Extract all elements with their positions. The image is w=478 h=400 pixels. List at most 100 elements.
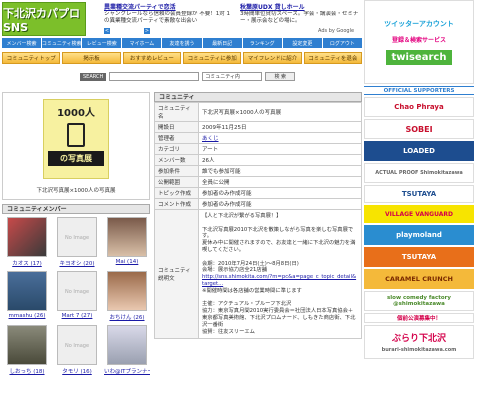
sponsor-tsutaya[interactable]: TSUTAYA bbox=[364, 185, 474, 203]
nav-invite-friend[interactable]: 友達を誘う bbox=[162, 38, 202, 48]
row-value[interactable]: あくじ bbox=[198, 132, 362, 144]
ad-1-body: シャンクレールなら信頼の会員登録が 不要！1対 1の異業種交流パーティで素敵な出… bbox=[104, 11, 230, 24]
member-card[interactable]: カオス (17) bbox=[4, 217, 50, 269]
nav-settings[interactable]: 設定変更 bbox=[282, 38, 322, 48]
site-recruit-banner[interactable]: 個前公演募集中！ bbox=[364, 313, 474, 323]
community-info-table: コミュニティ名 下北沢写真展×1000人の写真展 開設日 2009年11月25日 管理者… bbox=[154, 102, 362, 340]
member-name[interactable]: カオス (17) bbox=[4, 259, 50, 267]
avatar[interactable]: No Image bbox=[57, 271, 97, 311]
sponsor-tsutaya-2[interactable]: TSUTAYA bbox=[364, 247, 474, 267]
ad-next-icon[interactable]: > bbox=[144, 28, 150, 34]
burari-title: ぶらり下北沢 bbox=[391, 334, 446, 344]
avatar[interactable] bbox=[7, 271, 47, 311]
nav-ranking[interactable]: ランキング bbox=[242, 38, 282, 48]
ad-2-title[interactable]: 秋葉原UDX 貸しホール bbox=[240, 2, 360, 11]
member-card[interactable]: いわ@ITプランナー (8) bbox=[104, 325, 150, 377]
row-label: 公開範囲 bbox=[154, 176, 199, 188]
twitter-banner-logo: twisearch bbox=[385, 50, 453, 65]
ads-by-google[interactable]: Ads by Google bbox=[318, 28, 354, 34]
member-name[interactable]: キヨオシ (20) bbox=[54, 259, 100, 267]
community-tabs: コミュニティトップ 掲示板 おすすめレビュー コミュニティに参加 マイフレンドに… bbox=[2, 52, 362, 64]
table-row: コミュニティ名 下北沢写真展×1000人の写真展 bbox=[154, 102, 362, 122]
avatar[interactable] bbox=[7, 217, 47, 257]
row-value: 2009年11月25日 bbox=[198, 121, 362, 133]
ad-1-title[interactable]: 異業種交流パーティで恋活 bbox=[104, 2, 234, 11]
sponsor-village-vanguard[interactable]: VILLAGE VANGUARD bbox=[364, 205, 474, 223]
row-label: コミュニティ名 bbox=[154, 102, 199, 122]
nav-my-home[interactable]: マイホーム bbox=[122, 38, 162, 48]
member-card[interactable]: mmashu (26) bbox=[4, 271, 50, 323]
table-row: 開設日 2009年11月25日 bbox=[154, 121, 362, 133]
member-card[interactable]: No Image Mart 7 (27) bbox=[54, 271, 100, 323]
nav-community-search[interactable]: コミュニティ検索 bbox=[42, 38, 82, 48]
desc-line: 夏休み中に開催されますので、お友達と一緒に下北沢の魅力を満喫してください。 bbox=[202, 240, 356, 253]
main-column: コミュニティ コミュニティ名 下北沢写真展×1000人の写真展 開設日 2009年11… bbox=[154, 92, 362, 340]
desc-link[interactable]: http://sns.shimokita.com/?m=pc&a=page_c_… bbox=[202, 274, 358, 288]
desc-line: 会場：展示協力店全21店舗 bbox=[202, 267, 268, 274]
search-bar: SEARCH コミュニティ内 検 索 bbox=[80, 72, 300, 81]
member-name[interactable]: いわ@ITプランナー (8) bbox=[104, 367, 150, 375]
table-row: 管理者 あくじ bbox=[154, 132, 362, 144]
avatar[interactable]: No Image bbox=[57, 325, 97, 365]
ad-2-body: 3時間単位貸切スペース。学会・講演会・セミナー・展示会などの場に。 bbox=[240, 11, 359, 24]
nav-member-search[interactable]: メンバー検索 bbox=[2, 38, 42, 48]
member-card[interactable]: おちけん (26) bbox=[104, 271, 150, 323]
desc-line: 協力：東京写真月間2010実行委員会＝社団法人日本写真協会＋東京都写真美術館、下… bbox=[202, 308, 356, 328]
nav-review-search[interactable]: レビュー検索 bbox=[82, 38, 122, 48]
table-row: トピック作成 参加者のみ作成可能 bbox=[154, 187, 362, 199]
site-logo[interactable]: 下北沢カパプロ SNS bbox=[2, 2, 86, 36]
member-card[interactable]: No Image タモリ (16) bbox=[54, 325, 100, 377]
avatar[interactable] bbox=[107, 217, 147, 257]
row-value: 全員に公開 bbox=[198, 176, 362, 188]
avatar[interactable] bbox=[107, 325, 147, 365]
community-image-box: 1000人 の写真展 下北沢写真展×1000人の写真展 bbox=[2, 92, 150, 200]
tab-leave-community[interactable]: コミュニティを退会 bbox=[303, 52, 362, 64]
nav-logout[interactable]: ログアウト bbox=[322, 38, 362, 48]
member-name[interactable]: Mai (14) bbox=[104, 259, 150, 265]
sponsor-slow-comedy[interactable]: slow comedy factory @shimokitazawa bbox=[364, 291, 474, 311]
member-card[interactable]: No Image キヨオシ (20) bbox=[54, 217, 100, 269]
burari-banner[interactable]: ぶらり下北沢 burari-shimokitazawa.com bbox=[364, 325, 474, 359]
tab-community-top[interactable]: コミュニティトップ bbox=[2, 52, 61, 64]
twitter-banner[interactable]: ツイッターアカウント 登録＆検索サービス twisearch bbox=[364, 0, 474, 84]
member-card[interactable]: Mai (14) bbox=[104, 217, 150, 269]
ad-block-2[interactable]: 秋葉原UDX 貸しホール 3時間単位貸切スペース。学会・講演会・セミナー・展示会… bbox=[240, 2, 360, 25]
member-name[interactable]: Mart 7 (27) bbox=[54, 313, 100, 319]
sponsor-sobei[interactable]: SOBEI bbox=[364, 119, 474, 139]
members-header: コミュニティメンバー bbox=[2, 204, 150, 214]
member-name[interactable]: しおっち (18) bbox=[4, 367, 50, 375]
sponsor-caramel-crunch[interactable]: CARAMEL CRUNCH bbox=[364, 269, 474, 289]
global-nav: メンバー検索 コミュニティ検索 レビュー検索 マイホーム 友達を誘う 最新日記 … bbox=[2, 38, 362, 48]
tab-recommended-reviews[interactable]: おすすめレビュー bbox=[122, 52, 181, 64]
tab-introduce-friend[interactable]: マイフレンドに紹介 bbox=[243, 52, 302, 64]
search-input[interactable] bbox=[109, 72, 200, 81]
ad-block-1[interactable]: 異業種交流パーティで恋活 シャンクレールなら信頼の会員登録が 不要！1対 1の異… bbox=[104, 2, 234, 25]
twitter-banner-title: ツイッターアカウント bbox=[384, 20, 454, 28]
nav-recent-diary[interactable]: 最新日記 bbox=[202, 38, 242, 48]
ad-prev-icon[interactable]: < bbox=[104, 28, 110, 34]
member-name[interactable]: mmashu (26) bbox=[4, 313, 50, 319]
tab-join-community[interactable]: コミュニティに参加 bbox=[182, 52, 242, 64]
community-poster-image[interactable]: 1000人 の写真展 bbox=[43, 99, 109, 179]
table-row: 公開範囲 全員に公開 bbox=[154, 176, 362, 188]
sponsor-actual-proof[interactable]: ACTUAL PROOF Shimokitazawa bbox=[364, 163, 474, 183]
member-card[interactable]: しおっち (18) bbox=[4, 325, 50, 377]
member-name[interactable]: おちけん (26) bbox=[104, 313, 150, 321]
table-row: カテゴリ アート bbox=[154, 143, 362, 155]
search-button[interactable]: 検 索 bbox=[265, 72, 296, 81]
sponsor-chao-phraya[interactable]: Chao Phraya bbox=[364, 97, 474, 117]
avatar[interactable] bbox=[107, 271, 147, 311]
tab-bbs[interactable]: 掲示板 bbox=[62, 52, 121, 64]
member-name[interactable]: タモリ (16) bbox=[54, 367, 100, 375]
search-scope-select[interactable]: コミュニティ内 bbox=[202, 72, 263, 81]
community-description: 【人と下北沢が繋がる写真展！】 下北沢写真展2010下北沢を散策しながら写真を楽… bbox=[198, 208, 362, 340]
sponsor-loaded[interactable]: LOADED bbox=[364, 141, 474, 161]
desc-line: ※開催時間は各店舗の営業時間に準じます bbox=[202, 287, 302, 294]
avatar[interactable] bbox=[7, 325, 47, 365]
member-grid: カオス (17) No Image キヨオシ (20) Mai (14) mmas… bbox=[2, 217, 150, 377]
sponsor-playmoland[interactable]: playmoland bbox=[364, 225, 474, 245]
camera-tripod-icon bbox=[67, 123, 85, 147]
desc-line: 協賛：往友スリーエム bbox=[202, 328, 255, 335]
avatar[interactable]: No Image bbox=[57, 217, 97, 257]
row-label: コメント作成 bbox=[154, 198, 199, 210]
